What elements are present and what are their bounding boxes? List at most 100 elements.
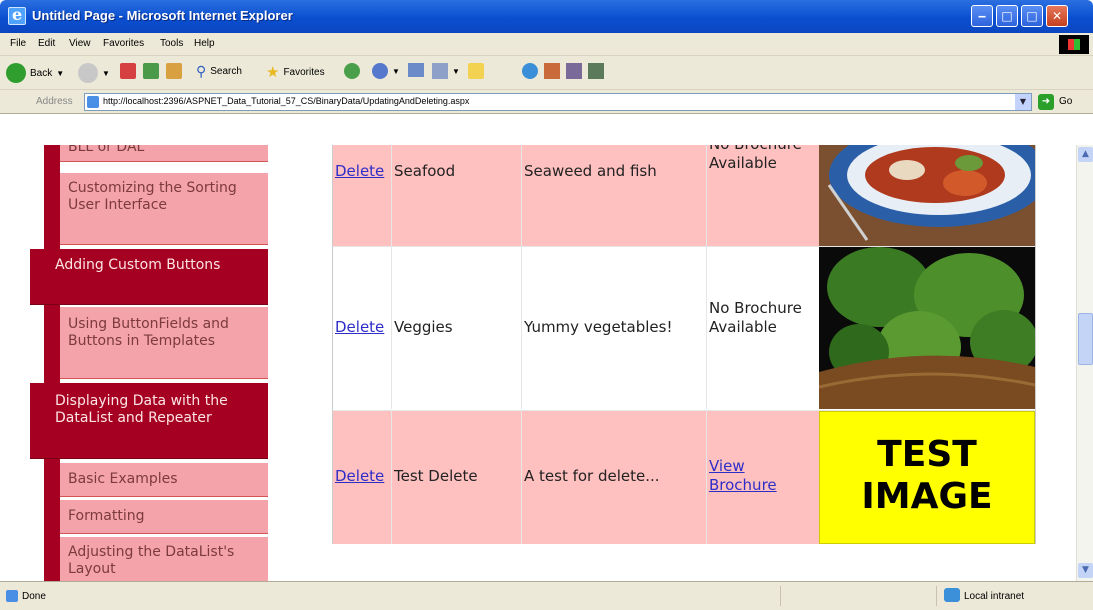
table-row: Delete Seafood Seaweed and fish No Broch… [333, 145, 1035, 246]
media-button[interactable] [344, 63, 360, 79]
brochure-text: No Brochure Available [709, 145, 802, 172]
content-top-strip [0, 114, 1076, 145]
delete-link[interactable]: Delete [335, 318, 384, 336]
sidebar-item-label: Formatting [68, 508, 145, 524]
vertical-scrollbar[interactable]: ▲ ▼ [1076, 145, 1093, 581]
forward-arrow-icon [78, 63, 98, 83]
sidebar-item-datalist-layout[interactable]: Adjusting the DataList's Layout [60, 537, 268, 581]
sidebar-item-customizing-sorting[interactable]: Customizing the Sorting User Interface [60, 173, 268, 245]
menu-edit[interactable]: Edit [38, 38, 55, 49]
menu-file[interactable]: File [10, 38, 26, 49]
delete-link[interactable]: Delete [335, 162, 384, 180]
back-label: Back [30, 67, 53, 79]
picture-cell [819, 145, 1035, 246]
sidebar-section-label: Displaying Data with the DataList and Re… [55, 393, 228, 426]
title-bar: Untitled Page - Microsoft Internet Explo… [0, 0, 1093, 33]
maximize-button[interactable]: □ [1021, 5, 1043, 27]
folder-icon [468, 63, 484, 79]
refresh-button[interactable] [143, 63, 159, 79]
stop-button[interactable] [120, 63, 136, 79]
description-cell: Seaweed and fish [522, 145, 706, 246]
sidebar-section-label: Adding Custom Buttons [55, 257, 221, 273]
description-text: Yummy vegetables! [524, 318, 673, 336]
chevron-down-icon[interactable]: ▼ [1015, 94, 1031, 110]
sidebar-section-custom-buttons[interactable]: Adding Custom Buttons [30, 249, 268, 305]
scroll-up-icon[interactable]: ▲ [1078, 147, 1093, 162]
address-input[interactable]: http://localhost:2396/ASPNET_Data_Tutori… [84, 93, 1032, 111]
messenger-icon [522, 63, 538, 79]
favorites-button[interactable]: ★ Favorites [266, 63, 325, 81]
research-button[interactable] [544, 63, 560, 79]
back-arrow-icon [6, 63, 26, 83]
tool-button-2[interactable] [588, 63, 604, 79]
back-button[interactable]: Back ▼ [6, 63, 64, 83]
products-table: Delete Seafood Seaweed and fish No Broch… [332, 145, 1036, 544]
scrollbar-thumb[interactable] [1078, 313, 1093, 365]
view-brochure-link[interactable]: View Brochure [709, 457, 799, 495]
minimize-button[interactable]: ‒ [971, 5, 993, 27]
description-cell: A test for delete... [522, 411, 706, 544]
page-done-icon [6, 590, 18, 602]
address-label: Address [36, 96, 73, 107]
seafood-image [819, 145, 1035, 246]
sidebar-item-formatting[interactable]: Formatting [60, 500, 268, 534]
favorites-label: Favorites [283, 66, 325, 78]
ie-icon [8, 5, 26, 25]
menu-tools[interactable]: Tools [160, 38, 183, 49]
sidebar-item-bll-or-dal[interactable]: BLL or DAL [60, 145, 268, 162]
media-icon [344, 63, 360, 79]
brochure-text: No Brochure Available [709, 299, 802, 336]
status-divider [936, 586, 937, 606]
menu-help[interactable]: Help [194, 38, 215, 49]
home-icon [166, 63, 182, 79]
sidebar-item-basic-examples[interactable]: Basic Examples [60, 463, 268, 497]
windows-logo-icon [1059, 35, 1089, 54]
sidebar-item-buttonfields[interactable]: Using ButtonFields and Buttons in Templa… [60, 307, 268, 379]
mail-icon [408, 63, 424, 77]
menu-view[interactable]: View [69, 38, 91, 49]
intranet-zone-icon [944, 588, 960, 602]
search-button[interactable]: ⚲ Search [196, 63, 242, 80]
forward-button[interactable]: ▼ [78, 63, 110, 83]
description-text: A test for delete... [524, 467, 660, 485]
nav-tree-bar [44, 145, 60, 581]
brochure-cell: View Brochure [707, 411, 819, 544]
zone-text: Local intranet [964, 591, 1025, 602]
history-icon [372, 63, 388, 79]
messenger-button[interactable] [522, 63, 538, 79]
refresh-icon [143, 63, 159, 79]
discuss-button[interactable] [468, 63, 484, 79]
history-button[interactable]: ▼ [372, 63, 400, 79]
home-button[interactable] [166, 63, 182, 79]
go-label[interactable]: Go [1059, 96, 1072, 107]
name-cell: Test Delete [392, 411, 521, 544]
category-name: Test Delete [394, 467, 478, 485]
sidebar-item-label: Using ButtonFields and Buttons in Templa… [68, 316, 229, 349]
test-image: TEST IMAGE [819, 411, 1035, 544]
close-button[interactable]: ✕ [1046, 5, 1068, 27]
scroll-down-icon[interactable]: ▼ [1078, 563, 1093, 578]
category-name: Veggies [394, 318, 453, 336]
restore-button[interactable]: □ [996, 5, 1018, 27]
mail-button[interactable] [408, 63, 424, 77]
name-cell: Seafood [392, 145, 521, 246]
status-text: Done [22, 591, 46, 602]
research-icon [544, 63, 560, 79]
sidebar-item-label: BLL or DAL [68, 145, 145, 155]
go-arrow-icon[interactable]: ➜ [1038, 94, 1054, 110]
category-name: Seafood [394, 162, 456, 180]
delete-link[interactable]: Delete [335, 467, 384, 485]
delete-cell: Delete [333, 411, 391, 544]
sidebar-section-datalist-repeater[interactable]: Displaying Data with the DataList and Re… [30, 383, 268, 459]
toolbar: Back ▼ ▼ ⚲ Search ★ Favorites ▼ ▼ [0, 56, 1093, 90]
description-text: Seaweed and fish [524, 162, 657, 180]
menu-favorites[interactable]: Favorites [103, 38, 144, 49]
search-icon: ⚲ [196, 63, 207, 79]
delete-cell: Delete [333, 247, 391, 409]
table-row: Delete Veggies Yummy vegetables! No Broc… [333, 246, 1035, 409]
status-bar: Done Local intranet [0, 581, 1093, 610]
tool-button-1[interactable] [566, 63, 582, 79]
edit-button[interactable]: ▼ [432, 63, 460, 79]
brochure-cell: No Brochure Available [707, 247, 819, 409]
edit-icon [432, 63, 448, 79]
